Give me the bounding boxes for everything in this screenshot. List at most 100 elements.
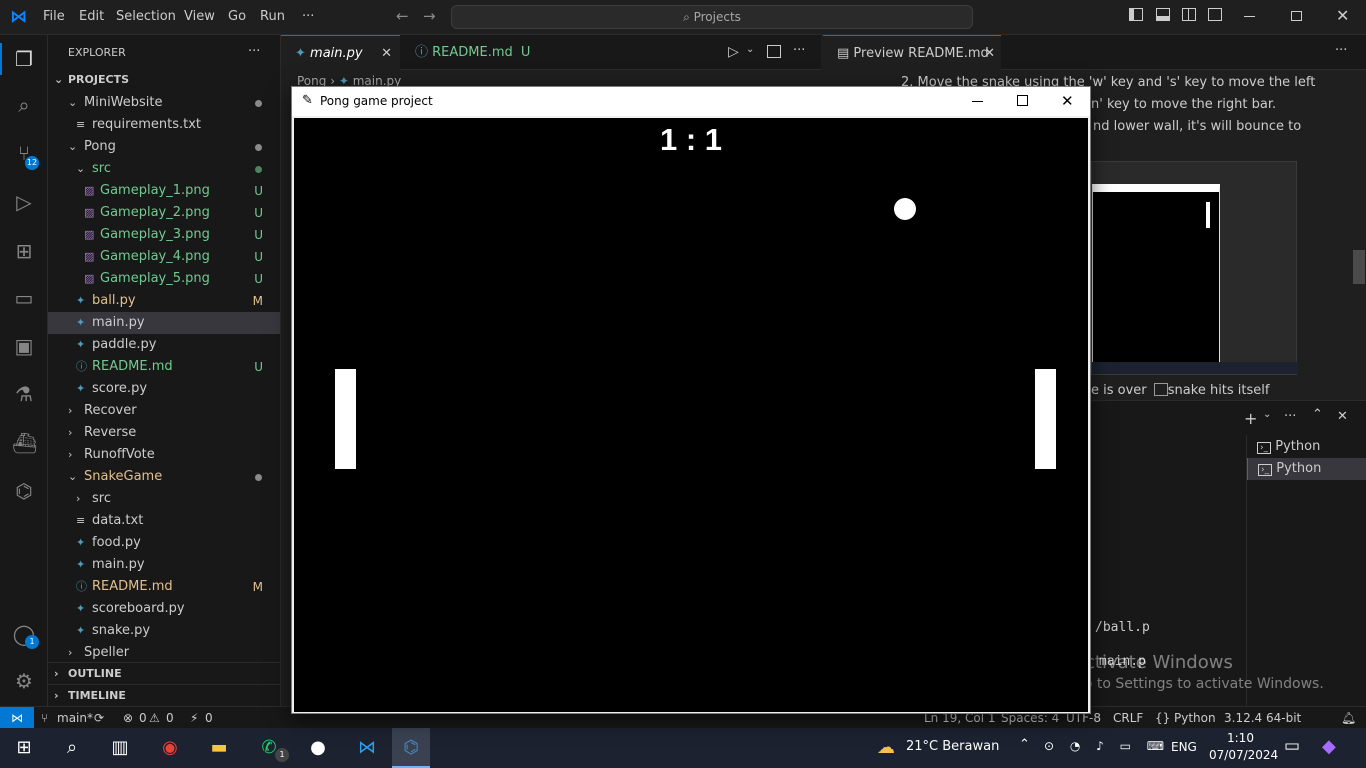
close-tab-icon[interactable]: ✕ [381,36,392,71]
line-ending[interactable]: CRLF [1113,707,1143,729]
tree-file-gameplay-5-png[interactable]: ▨ Gameplay_5.png U [48,268,280,290]
pong-window-titlebar[interactable]: ✎ Pong game project ✕ [292,87,1090,116]
notification-center-icon[interactable]: ▭ [1284,736,1300,756]
toggle-secondary-sidebar-icon[interactable] [1182,8,1196,21]
tree-folder-speller[interactable]: › Speller [48,642,280,664]
vscode-icon[interactable]: ⋈ [355,736,379,760]
explorer-icon[interactable]: ❐ [12,47,36,71]
toggle-sidebar-icon[interactable] [1129,8,1143,21]
tree-file-gameplay-3-png[interactable]: ▨ Gameplay_3.png U [48,224,280,246]
tree-file-main-py[interactable]: ✦ main.py [48,554,280,576]
menu-run[interactable]: Run [260,9,285,24]
split-editor-icon[interactable] [767,45,781,58]
outline-section[interactable]: › OUTLINE [48,662,280,684]
github-icon[interactable]: ● [306,736,330,760]
close-panel-icon[interactable]: ✕ [1337,409,1348,424]
search-icon[interactable]: ⌕ [60,736,84,760]
close-window-icon[interactable]: ✕ [1336,6,1349,25]
minimize-icon[interactable] [972,101,983,102]
run-debug-icon[interactable]: ▷ [12,190,36,214]
tree-folder-recover[interactable]: › Recover [48,400,280,422]
tree-file-main-py[interactable]: ✦ main.py [48,312,280,334]
tree-file-data-txt[interactable]: ≡ data.txt [48,510,280,532]
tree-file-score-py[interactable]: ✦ score.py [48,378,280,400]
more-actions-icon[interactable]: ··· [1284,409,1296,424]
remote-window-icon[interactable]: ▣ [12,334,36,358]
weather-icon[interactable]: ☁ [874,736,898,760]
tab-main-py[interactable]: ✦ main.py ✕ [281,35,400,70]
tree-file-readme-md[interactable]: ⓘ README.md U [48,356,280,378]
remote-explorer-icon[interactable]: ▭ [12,286,36,310]
tray-chevron-icon[interactable]: ⌃ [1019,737,1030,752]
tree-folder-reverse[interactable]: › Reverse [48,422,280,444]
forward-arrow-icon[interactable]: → [423,7,436,25]
ports-count[interactable]: 0 [205,707,213,729]
more-actions-icon[interactable]: ··· [1335,43,1347,58]
sync-icon[interactable]: ⟳ [94,707,104,729]
tree-file-gameplay-4-png[interactable]: ▨ Gameplay_4.png U [48,246,280,268]
back-arrow-icon[interactable]: ← [396,7,409,25]
explorer-more-button[interactable]: ··· [248,44,260,59]
errors-count[interactable]: 0 [139,707,147,729]
tree-file-scoreboard-py[interactable]: ✦ scoreboard.py [48,598,280,620]
run-python-icon[interactable]: ▷ [728,44,739,60]
tree-file-paddle-py[interactable]: ✦ paddle.py [48,334,280,356]
tree-file-food-py[interactable]: ✦ food.py [48,532,280,554]
menu-edit[interactable]: Edit [79,9,104,24]
testing-icon[interactable]: ⚗ [12,382,36,406]
terminal-dropdown-icon[interactable]: ⌄ [1263,409,1271,420]
menu-view[interactable]: View [184,9,215,24]
start-button-icon[interactable]: ⊞ [12,736,36,760]
copilot-icon[interactable]: ◆ [1322,736,1336,757]
customize-layout-icon[interactable] [1208,8,1222,21]
pong-game-window[interactable]: ✎ Pong game project ✕ 1 : 1 [291,86,1091,714]
search-icon[interactable]: ⌕ [12,93,36,117]
task-view-icon[interactable]: ▥ [108,736,132,760]
tree-folder-src[interactable]: › src [48,488,280,510]
projects-root[interactable]: ⌄ PROJECTS [48,69,280,91]
tree-file-gameplay-1-png[interactable]: ▨ Gameplay_1.png U [48,180,280,202]
tree-file-gameplay-2-png[interactable]: ▨ Gameplay_2.png U [48,202,280,224]
command-center-search[interactable]: ⌕ Projects [451,5,973,29]
python-interpreter[interactable]: 3.12.4 64-bit [1224,707,1301,729]
python-icon[interactable]: ⌬ [12,479,36,503]
toggle-panel-icon[interactable] [1156,8,1170,21]
tree-file-snake-py[interactable]: ✦ snake.py [48,620,280,642]
tree-file-readme-md[interactable]: ⓘ README.md M [48,576,280,598]
menu-go[interactable]: Go [228,9,246,24]
settings-gear-icon[interactable]: ⚙ [12,669,36,693]
tree-folder-src[interactable]: ⌄ src [48,158,280,180]
chrome-icon[interactable]: ◉ [158,736,182,760]
timeline-section[interactable]: › TIMELINE [48,684,280,706]
restore-icon[interactable] [1291,11,1302,21]
input-language[interactable]: ENG [1171,740,1197,754]
weather-text[interactable]: 21°C Berawan [906,739,999,754]
run-dropdown-icon[interactable]: ⌄ [746,44,754,55]
extensions-icon[interactable]: ⊞ [12,239,36,263]
tree-folder-snakegame[interactable]: ⌄ SnakeGame [48,466,280,488]
tree-folder-miniwebsite[interactable]: ⌄ MiniWebsite [48,92,280,114]
warnings-count[interactable]: 0 [166,707,174,729]
menu-selection[interactable]: Selection [116,9,176,24]
new-terminal-icon[interactable]: + [1244,409,1257,428]
tab-preview-readme[interactable]: ▤ Preview README.md ✕ [823,35,1001,70]
pong-canvas[interactable]: 1 : 1 [294,118,1088,712]
preview-scrollbar[interactable] [1353,250,1365,284]
more-actions-icon[interactable]: ··· [793,43,805,58]
clock-date[interactable]: 07/07/2024 [1209,748,1278,762]
tab-readme[interactable]: ⓘ README.md U [401,35,551,70]
terminal-item-python-1[interactable]: ›_ Python [1247,436,1366,458]
tree-file-ball-py[interactable]: ✦ ball.py M [48,290,280,312]
tray-icons[interactable]: ⊙ ◔ ♪ ▭ ⌨ [1044,739,1170,753]
clock-time[interactable]: 1:10 [1227,731,1254,745]
terminal-item-python-2[interactable]: ›_ Python [1247,458,1366,480]
file-explorer-icon[interactable]: ▬ [207,736,231,760]
menu-more[interactable]: ··· [302,9,314,24]
language-mode[interactable]: Python [1174,707,1216,729]
branch-name[interactable]: main* [57,707,93,729]
python-app-icon[interactable]: ⌬ [392,728,430,768]
docker-icon[interactable]: ⛴ [12,431,37,455]
minimize-icon[interactable] [1244,16,1255,17]
maximize-panel-icon[interactable]: ⌃ [1312,407,1323,422]
maximize-icon[interactable] [1017,95,1028,106]
